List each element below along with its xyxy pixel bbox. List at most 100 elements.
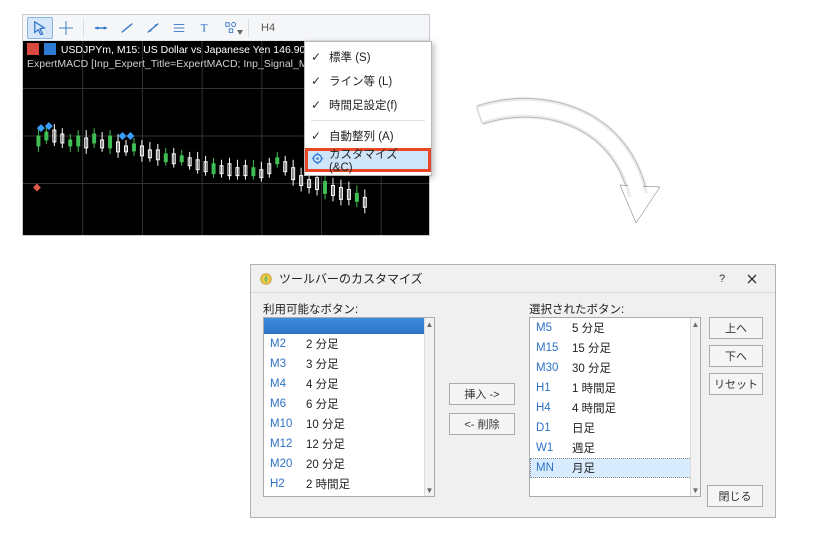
scroll-down-icon[interactable]: ▼ [425, 484, 434, 496]
timeframe-label: 4 時間足 [572, 400, 616, 416]
menu-item-label: 時間足設定(f) [329, 97, 397, 113]
close-dialog-button[interactable]: 閉じる [707, 485, 763, 507]
separator [248, 19, 249, 37]
timeframe-code: M30 [536, 362, 566, 374]
close-button[interactable] [737, 268, 767, 290]
timeframe-label: 3 分足 [306, 356, 339, 372]
list-item[interactable]: M6 6 分足 [264, 394, 434, 414]
timeframe-code: M4 [270, 378, 300, 390]
timeframe-code: M20 [270, 458, 300, 470]
timeframe-label: 15 分足 [572, 340, 611, 356]
chart-tag2-icon [44, 43, 56, 55]
timeframe-code: H2 [270, 478, 300, 490]
cursor-tool-button[interactable] [27, 17, 53, 39]
timeframe-label: 10 分足 [306, 416, 345, 432]
list-item[interactable]: M12 12 分足 [264, 434, 434, 454]
scroll-up-icon[interactable]: ▲ [691, 318, 700, 330]
list-item[interactable]: H2 2 時間足 [264, 474, 434, 494]
timeframe-label: 1 時間足 [572, 380, 616, 396]
timeframe-label: 5 分足 [572, 320, 605, 336]
check-icon: ✓ [311, 50, 321, 64]
list-item[interactable]: M3 3 分足 [264, 354, 434, 374]
check-icon: ✓ [311, 129, 321, 143]
scrollbar[interactable]: ▲ ▼ [690, 318, 700, 496]
timeframe-label: 2 分足 [306, 336, 339, 352]
timeframe-code: M15 [536, 342, 566, 354]
gear-icon [311, 152, 324, 168]
timeframe-label: 日足 [572, 420, 595, 436]
selected-buttons-label: 選択されたボタン: [529, 301, 624, 317]
menu-item-customize[interactable]: カスタマイズ (&C) [305, 148, 431, 172]
list-item[interactable]: M15 15 分足 [530, 338, 700, 358]
list-item[interactable]: MN月足 [530, 458, 700, 478]
chart-tag-icon [27, 43, 39, 55]
menu-separator [311, 120, 425, 121]
timeframe-label: 30 分足 [572, 360, 611, 376]
check-icon: ✓ [311, 74, 321, 88]
flow-arrow-icon [470, 95, 670, 235]
hline-tool-button[interactable] [88, 17, 114, 39]
menu-item-label: ライン等 (L) [329, 73, 392, 89]
line-studies-toolbar: T H4 [23, 15, 429, 41]
scroll-up-icon[interactable]: ▲ [425, 318, 434, 330]
scrollbar[interactable]: ▲ ▼ [424, 318, 434, 496]
list-item[interactable]: M20 20 分足 [264, 454, 434, 474]
available-buttons-label: 利用可能なボタン: [263, 301, 358, 317]
timeframe-code: W1 [536, 442, 566, 454]
timeframe-code: M12 [270, 438, 300, 450]
list-item[interactable]: M4 4 分足 [264, 374, 434, 394]
list-item[interactable]: D1 日足 [530, 418, 700, 438]
timeframe-code: M3 [270, 358, 300, 370]
scroll-down-icon[interactable]: ▼ [691, 484, 700, 496]
timeframe-label: 週足 [572, 440, 595, 456]
list-item[interactable]: M5 5 分足 [530, 318, 700, 338]
timeframe-h4-button[interactable]: H4 [253, 22, 283, 34]
move-up-button[interactable]: 上へ [709, 317, 763, 339]
timeframe-code: MN [536, 462, 566, 474]
toolbar-context-menu: ✓ 標準 (S) ✓ ライン等 (L) ✓ 時間足設定(f) ✓ 自動整列 (A… [304, 41, 432, 176]
menu-item-standard[interactable]: ✓ 標準 (S) [305, 45, 431, 69]
menu-item-auto-arrange[interactable]: ✓ 自動整列 (A) [305, 124, 431, 148]
menu-item-label: 標準 (S) [329, 49, 371, 65]
available-buttons-list[interactable]: M2 2 分足 M3 3 分足 M4 4 分足 M6 6 分足 M10 10 分足 M12 12 分足… [263, 317, 435, 497]
timeframe-code: M5 [536, 322, 566, 334]
dialog-title: ツールバーのカスタマイズ [279, 270, 707, 287]
timeframe-label: 2 時間足 [306, 476, 350, 492]
timeframe-code: M6 [270, 398, 300, 410]
list-item[interactable]: M30 30 分足 [530, 358, 700, 378]
selected-buttons-list[interactable]: M5 5 分足 M15 15 分足 M30 30 分足 H1 1 時間足 H44 時間足 D1 日足… [529, 317, 701, 497]
app-icon [259, 272, 273, 286]
list-item[interactable]: W1 週足 [530, 438, 700, 458]
timeframe-code: H1 [536, 382, 566, 394]
channel-tool-button[interactable] [166, 17, 192, 39]
trendline2-tool-button[interactable] [140, 17, 166, 39]
list-item[interactable]: H44 時間足 [530, 398, 700, 418]
timeframe-label: 20 分足 [306, 456, 345, 472]
timeframe-label: 12 分足 [306, 436, 345, 452]
list-item[interactable]: M10 10 分足 [264, 414, 434, 434]
timeframe-code: M10 [270, 418, 300, 430]
help-button[interactable]: ? [707, 268, 737, 290]
dialog-titlebar[interactable]: ツールバーのカスタマイズ ? [251, 265, 775, 293]
move-down-button[interactable]: 下へ [709, 345, 763, 367]
reset-button[interactable]: リセット [709, 373, 763, 395]
list-item[interactable]: M2 2 分足 [264, 334, 434, 354]
timeframe-code: M2 [270, 338, 300, 350]
list-item[interactable]: H1 1 時間足 [530, 378, 700, 398]
menu-item-label: 自動整列 (A) [329, 128, 394, 144]
check-icon: ✓ [311, 98, 321, 112]
separator [83, 19, 84, 37]
trendline-tool-button[interactable] [114, 17, 140, 39]
text-tool-button[interactable]: T [192, 17, 218, 39]
crosshair-tool-button[interactable] [53, 17, 79, 39]
menu-item-label: カスタマイズ (&C) [329, 146, 418, 174]
list-selection-header[interactable] [264, 318, 434, 334]
menu-item-timeframe[interactable]: ✓ 時間足設定(f) [305, 93, 431, 117]
menu-item-line[interactable]: ✓ ライン等 (L) [305, 69, 431, 93]
timeframe-label: 4 分足 [306, 376, 339, 392]
timeframe-label: 6 分足 [306, 396, 339, 412]
insert-button[interactable]: 挿入 -> [449, 383, 515, 405]
remove-button[interactable]: <- 削除 [449, 413, 515, 435]
timeframe-code: D1 [536, 422, 566, 434]
shapes-tool-button[interactable] [218, 17, 244, 39]
